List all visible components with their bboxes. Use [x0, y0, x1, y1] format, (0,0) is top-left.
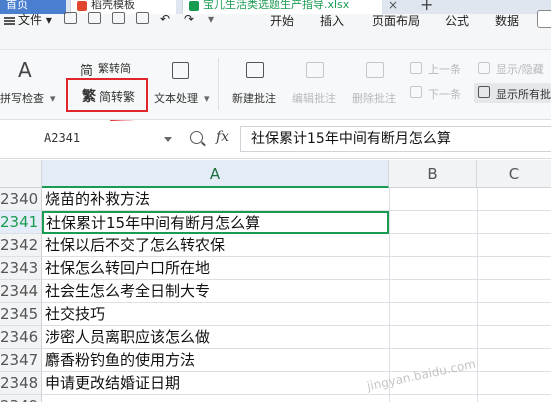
show-hide-comment-button[interactable]: 显示/隐藏: [496, 61, 544, 77]
new-comment-icon: [246, 62, 264, 78]
close-tab-icon[interactable]: ×: [388, 0, 398, 11]
cell-a[interactable]: 社会生怎么考全日制大专: [42, 280, 389, 303]
fx-icon[interactable]: fx: [216, 129, 229, 145]
tab-template-label: 稻壳模板: [91, 0, 135, 11]
cell-c[interactable]: [477, 257, 551, 280]
column-header-a[interactable]: A: [42, 160, 389, 188]
cell-b[interactable]: [389, 234, 477, 257]
cell-a[interactable]: [42, 395, 389, 402]
cell-a[interactable]: 申请更改结婚证日期: [42, 372, 389, 395]
chevron-down-icon[interactable]: [164, 137, 172, 142]
export-pdf-icon[interactable]: [88, 12, 101, 24]
save-icon[interactable]: [64, 12, 77, 24]
edit-comment-icon: [306, 62, 324, 78]
cell-a[interactable]: 涉密人员离职应该怎么做: [42, 326, 389, 349]
hamburger-icon: [4, 16, 15, 25]
text-process-icon: [172, 62, 189, 79]
select-all-corner[interactable]: [0, 160, 42, 188]
cell-c[interactable]: [477, 395, 551, 402]
chevron-down-icon: ▾: [50, 92, 56, 105]
column-header-b[interactable]: B: [389, 160, 477, 188]
cell-b[interactable]: [389, 257, 477, 280]
cell-b[interactable]: [389, 188, 477, 211]
text-process-button[interactable]: 文本处理: [154, 90, 198, 106]
row-header[interactable]: 2347: [0, 349, 42, 372]
divider: [218, 58, 219, 110]
spell-check-icon: A: [18, 58, 32, 82]
show-all-icon: [478, 86, 490, 98]
cell-a[interactable]: 社保怎么转回户口所在地: [42, 257, 389, 280]
cell-c[interactable]: [477, 303, 551, 326]
name-box[interactable]: A2341: [44, 131, 164, 145]
show-hide-icon: [478, 62, 490, 74]
cell-a[interactable]: 社交技巧: [42, 303, 389, 326]
cell-b[interactable]: [389, 395, 477, 402]
zoom-icon[interactable]: [190, 131, 203, 144]
delete-comment-icon: [366, 62, 384, 78]
simp-to-trad-button[interactable]: 简转繁: [99, 88, 135, 105]
undo-icon[interactable]: ↶: [160, 12, 170, 26]
cell-c[interactable]: [477, 372, 551, 395]
spell-check-button[interactable]: 拼写检查: [0, 90, 44, 106]
row-header[interactable]: 2349: [0, 395, 42, 402]
column-header-c[interactable]: C: [477, 160, 551, 188]
cell-b[interactable]: [389, 303, 477, 326]
row-header[interactable]: 2346: [0, 326, 42, 349]
menu-data[interactable]: 数据: [495, 12, 519, 29]
next-comment-icon: [410, 86, 422, 98]
cell-c[interactable]: [477, 211, 551, 234]
cell-a[interactable]: 烧苗的补救方法: [42, 188, 389, 211]
cell-b[interactable]: [389, 211, 477, 234]
chevron-down-icon: ▾: [45, 13, 52, 27]
row-header[interactable]: 2341: [0, 211, 42, 234]
row-header[interactable]: 2343: [0, 257, 42, 280]
show-all-comments-button[interactable]: 显示所有批: [496, 86, 551, 102]
cell-c[interactable]: [477, 326, 551, 349]
cell-c[interactable]: [477, 188, 551, 211]
new-comment-button[interactable]: 新建批注: [232, 90, 276, 106]
menu-page-layout[interactable]: 页面布局: [372, 12, 420, 29]
print-icon[interactable]: [112, 12, 125, 24]
row-header[interactable]: 2342: [0, 234, 42, 257]
next-comment-button[interactable]: 下一条: [428, 86, 461, 102]
delete-comment-button[interactable]: 删除批注: [352, 90, 396, 106]
trad-to-simp-button[interactable]: 繁转简: [98, 60, 131, 76]
tab-file-label: 宝儿生活类选题生产指导.xlsx: [203, 0, 350, 11]
prev-comment-icon: [410, 62, 422, 74]
cell-c[interactable]: [477, 349, 551, 372]
menu-start[interactable]: 开始: [270, 12, 294, 29]
edit-comment-button[interactable]: 编辑批注: [292, 90, 336, 106]
cell-b[interactable]: [389, 280, 477, 303]
review-tab-edge[interactable]: [537, 10, 551, 28]
trad-to-simp-icon: 简: [80, 64, 94, 79]
spreadsheet-icon: [189, 1, 199, 11]
file-menu-label: 文件: [18, 13, 43, 27]
row-header[interactable]: 2340: [0, 188, 42, 211]
chevron-down-icon: ▾: [204, 92, 210, 105]
formula-input[interactable]: 社保累计15年中间有断月怎么算: [240, 126, 551, 152]
row-header[interactable]: 2348: [0, 372, 42, 395]
prev-comment-button[interactable]: 上一条: [428, 61, 461, 77]
new-tab-icon[interactable]: +: [420, 0, 433, 13]
cell-c[interactable]: [477, 280, 551, 303]
cell-c[interactable]: [477, 234, 551, 257]
active-cell[interactable]: 社保累计15年中间有断月怎么算: [42, 211, 389, 234]
cell-a[interactable]: 麝香粉钓鱼的使用方法: [42, 349, 389, 372]
cell-a[interactable]: 社保以后不交了怎么转农保: [42, 234, 389, 257]
row-header[interactable]: 2344: [0, 280, 42, 303]
file-menu[interactable]: 文件 ▾: [4, 11, 52, 28]
menu-insert[interactable]: 插入: [320, 12, 344, 29]
print-preview-icon[interactable]: [136, 12, 149, 24]
cell-b[interactable]: [389, 326, 477, 349]
simp-to-trad-icon: 繁: [82, 89, 96, 105]
redo-icon[interactable]: ↷: [184, 12, 194, 26]
more-icon[interactable]: ▾: [208, 12, 214, 26]
row-header[interactable]: 2345: [0, 303, 42, 326]
docer-icon: [77, 1, 87, 11]
menu-formula[interactable]: 公式: [445, 12, 469, 29]
